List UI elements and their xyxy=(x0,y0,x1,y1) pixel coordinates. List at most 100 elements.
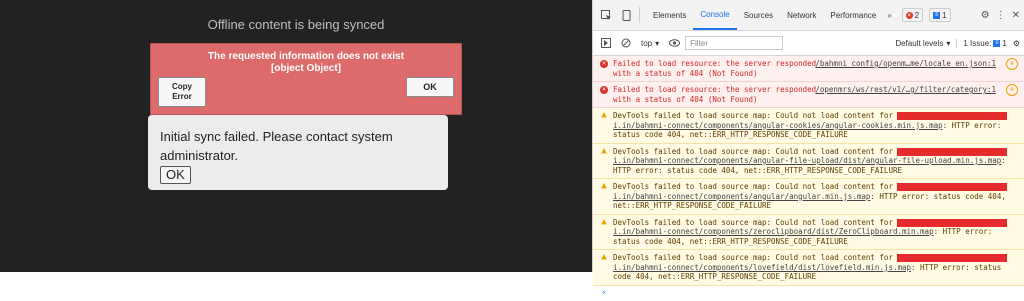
kebab-menu-icon[interactable]: ⋮ xyxy=(996,10,1006,21)
sync-failed-dialog: Initial sync failed. Please contact syst… xyxy=(148,115,448,190)
message-text: : HTTP error: xyxy=(934,227,993,236)
devtools-panel: Elements Console Sources Network Perform… xyxy=(592,0,1024,272)
warning-icon: ▲ xyxy=(600,112,608,120)
console-toolbar: top ▾ Filter Default levels ▾ 1 Issue: ≡… xyxy=(593,31,1024,56)
sourcemap-link[interactable]: i.in/bahmni-connect/components/lovefield… xyxy=(613,263,911,272)
sync-failed-line-2: administrator. xyxy=(160,146,436,165)
errors-count: 2 xyxy=(915,11,919,20)
info-icon[interactable]: ⊕ xyxy=(1006,58,1018,70)
devtools-right-icons: ⚙ ⋮ ✕ xyxy=(981,0,1020,30)
message-icon: ≡ xyxy=(933,12,940,19)
copy-label: Copy xyxy=(172,82,192,91)
eye-icon[interactable] xyxy=(667,36,681,50)
messages-badge[interactable]: ≡ 1 xyxy=(929,8,950,22)
message-line-1: DevTools failed to load source map: Coul… xyxy=(613,182,1010,192)
inspect-icon[interactable] xyxy=(599,8,613,22)
tab-elements[interactable]: Elements xyxy=(646,0,693,30)
message-text: DevTools failed to load source map: Coul… xyxy=(613,182,893,191)
error-message: The requested information does not exist… xyxy=(151,51,461,75)
warning-icon: ▲ xyxy=(600,254,608,262)
tab-network[interactable]: Network xyxy=(780,0,823,30)
chevron-down-icon: ▾ xyxy=(655,39,659,48)
sync-failed-line-1: Initial sync failed. Please contact syst… xyxy=(160,127,436,146)
console-messages: ✕ Failed to load resource: the server re… xyxy=(593,56,1024,301)
error-icon: ✕ xyxy=(600,60,608,68)
console-warning-message: ▲ DevTools failed to load source map: Co… xyxy=(593,215,1024,251)
message-line-2: i.in/bahmni-connect/components/angular-c… xyxy=(613,121,1010,131)
levels-label: Default levels xyxy=(895,39,943,48)
message-line-2: i.in/bahmni-connect/components/angular/a… xyxy=(613,192,1010,202)
warning-icon: ▲ xyxy=(600,219,608,227)
source-link[interactable]: /bahmni_config/openm…me/locale_en.json:1 xyxy=(815,59,996,69)
tab-sources[interactable]: Sources xyxy=(737,0,780,30)
info-icon[interactable]: ⊕ xyxy=(1006,84,1018,96)
clear-console-icon[interactable] xyxy=(619,36,633,50)
error-line-2: [object Object] xyxy=(151,63,461,75)
error-icon: ✕ xyxy=(906,12,913,19)
message-line-1: DevTools failed to load source map: Coul… xyxy=(613,147,1010,157)
console-warning-message: ▲ DevTools failed to load source map: Co… xyxy=(593,179,1024,215)
gear-icon[interactable]: ⚙ xyxy=(981,10,990,21)
chevron-down-icon: ▾ xyxy=(946,39,950,48)
context-label: top xyxy=(641,39,652,48)
error-ok-button[interactable]: OK xyxy=(406,77,454,97)
console-error-message: ✕ Failed to load resource: the server re… xyxy=(593,56,1024,82)
message-line-3: code 404, net::ERR_HTTP_RESPONSE_CODE_FA… xyxy=(613,272,1010,282)
more-tabs-icon[interactable]: » xyxy=(883,11,895,20)
message-text: : xyxy=(1001,156,1006,165)
redacted-host xyxy=(897,112,1007,120)
devtools-tabbar: Elements Console Sources Network Perform… xyxy=(593,0,1024,31)
messages-count: 1 xyxy=(942,11,946,20)
tab-console[interactable]: Console xyxy=(693,0,736,30)
message-text: DevTools failed to load source map: Coul… xyxy=(613,147,893,156)
message-text: DevTools failed to load source map: Coul… xyxy=(613,111,893,120)
close-icon[interactable]: ✕ xyxy=(1012,10,1020,21)
message-text: : HTTP error: xyxy=(943,121,1002,130)
source-link[interactable]: /openmrs/ws/rest/v1/…g/filter/category:1 xyxy=(815,85,996,95)
issues-counter[interactable]: 1 Issue: ≡ 1 xyxy=(956,39,1006,48)
message-line-1: DevTools failed to load source map: Coul… xyxy=(613,218,1010,228)
issue-count: 1 xyxy=(1002,39,1006,48)
redacted-host xyxy=(897,219,1007,227)
sidebar-toggle-icon[interactable] xyxy=(599,36,613,50)
message-line-3: status code 404, net::ERR_HTTP_RESPONSE_… xyxy=(613,130,1010,140)
filter-input[interactable]: Filter xyxy=(685,36,783,50)
log-levels-select[interactable]: Default levels ▾ 1 Issue: ≡ 1 ⚙ xyxy=(895,39,1024,48)
redacted-host xyxy=(897,254,1007,262)
sourcemap-link[interactable]: i.in/bahmni-connect/components/angular-f… xyxy=(613,156,1001,165)
redacted-host xyxy=(897,148,1007,156)
sourcemap-link[interactable]: i.in/bahmni-connect/components/zeroclipb… xyxy=(613,227,934,236)
error-icon: ✕ xyxy=(600,86,608,94)
message-line-2: i.in/bahmni-connect/components/lovefield… xyxy=(613,263,1010,273)
console-warning-message: ▲ DevTools failed to load source map: Co… xyxy=(593,108,1024,144)
sourcemap-link[interactable]: i.in/bahmni-connect/components/angular-c… xyxy=(613,121,943,130)
message-line-2: i.in/bahmni-connect/components/angular-f… xyxy=(613,156,1010,166)
error-line-1: The requested information does not exist xyxy=(151,51,461,63)
message-line-1: DevTools failed to load source map: Coul… xyxy=(613,111,1010,121)
message-text: : HTTP error: status xyxy=(911,263,1001,272)
app-viewport: Offline content is being synced The requ… xyxy=(0,0,592,272)
sync-ok-button[interactable]: OK xyxy=(160,166,191,184)
console-prompt[interactable]: › xyxy=(593,286,1024,301)
message-text: DevTools failed to load source map: Coul… xyxy=(613,253,893,262)
warning-icon: ▲ xyxy=(600,183,608,191)
message-line-2: with a status of 404 (Not Found) xyxy=(613,95,1010,105)
issue-label: 1 Issue: xyxy=(963,39,991,48)
sync-status-title: Offline content is being synced xyxy=(0,17,592,32)
message-line-2: i.in/bahmni-connect/components/zeroclipb… xyxy=(613,227,1010,237)
copy-error-button[interactable]: CopyError xyxy=(158,77,206,107)
message-line-2: with a status of 404 (Not Found) xyxy=(613,69,1010,79)
issue-icon: ≡ xyxy=(993,40,1000,47)
sourcemap-link[interactable]: i.in/bahmni-connect/components/angular/a… xyxy=(613,192,870,201)
message-line-1: DevTools failed to load source map: Coul… xyxy=(613,253,1010,263)
message-text: DevTools failed to load source map: Coul… xyxy=(613,218,893,227)
console-settings-icon[interactable]: ⚙ xyxy=(1013,39,1020,48)
console-warning-message: ▲ DevTools failed to load source map: Co… xyxy=(593,250,1024,286)
message-line-3: net::ERR_HTTP_RESPONSE_CODE_FAILURE xyxy=(613,201,1010,211)
context-select[interactable]: top ▾ xyxy=(641,39,659,48)
redacted-host xyxy=(897,183,1007,191)
tab-performance[interactable]: Performance xyxy=(823,0,883,30)
errors-badge[interactable]: ✕ 2 xyxy=(902,8,923,22)
device-toggle-icon[interactable] xyxy=(619,8,633,22)
error-dialog: The requested information does not exist… xyxy=(150,43,462,115)
